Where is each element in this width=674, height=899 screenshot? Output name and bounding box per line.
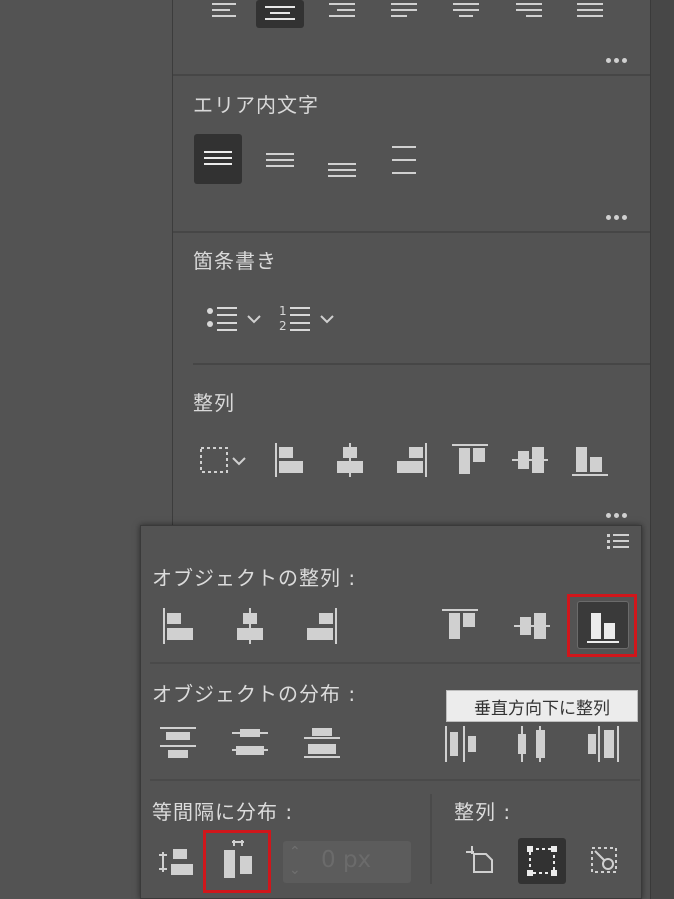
distribute-right-icon[interactable] <box>580 722 624 766</box>
spacing-value-input[interactable]: ⌃ ⌄ 0 px <box>283 841 411 883</box>
more-options-icon[interactable] <box>606 506 630 522</box>
align-to-artboard-icon[interactable] <box>460 840 500 880</box>
align-title: 整列 <box>193 391 235 415</box>
object-align-right-icon[interactable] <box>300 604 344 648</box>
stepper-arrows-icon[interactable]: ⌃ ⌄ <box>289 843 301 879</box>
divider <box>150 662 640 664</box>
object-distribute-title: オブジェクトの分布 : <box>152 682 357 706</box>
align-center-icon[interactable] <box>256 0 304 28</box>
justify-center-icon[interactable] <box>442 0 490 24</box>
object-align-top-icon[interactable] <box>438 604 482 648</box>
distribute-vertical-spacing-icon[interactable] <box>156 842 198 882</box>
align-to-selection-icon[interactable] <box>518 838 566 884</box>
area-text-align-top-icon[interactable] <box>194 134 242 184</box>
align-to-title: 整列 : <box>454 800 512 824</box>
justify-right-icon[interactable] <box>505 0 553 24</box>
divider <box>150 779 640 781</box>
justify-all-icon[interactable] <box>566 0 614 24</box>
numbered-label-1: 1 <box>279 304 287 318</box>
divider <box>193 363 650 365</box>
bullet-list-dropdown[interactable] <box>197 300 265 334</box>
align-to-key-object-icon[interactable] <box>584 840 624 880</box>
justify-left-icon[interactable] <box>380 0 428 24</box>
numbered-list-dropdown[interactable]: 1 2 <box>273 300 341 334</box>
panel-scrollbar[interactable] <box>650 0 674 899</box>
align-to-selection-dropdown[interactable] <box>197 440 251 480</box>
divider <box>173 231 650 233</box>
align-left-icon[interactable] <box>197 0 245 24</box>
highlight-box <box>567 594 637 657</box>
align-vertical-center-icon[interactable] <box>510 440 550 480</box>
align-horizontal-center-icon[interactable] <box>330 440 370 480</box>
more-options-icon[interactable] <box>606 51 630 67</box>
area-text-align-center-icon[interactable] <box>256 140 304 180</box>
distribute-left-icon[interactable] <box>440 722 484 766</box>
object-align-vertical-center-icon[interactable] <box>510 604 554 648</box>
area-text-align-bottom-icon[interactable] <box>318 145 366 185</box>
panel-menu-icon[interactable] <box>603 530 633 552</box>
divider <box>173 74 650 76</box>
distribute-horizontal-center-icon[interactable] <box>510 722 554 766</box>
align-right-edge-icon[interactable] <box>392 440 432 480</box>
numbered-label-2: 2 <box>279 319 287 332</box>
bullets-title: 箇条書き <box>193 249 277 273</box>
distribute-vertical-center-icon[interactable] <box>228 722 272 766</box>
highlight-box <box>203 830 271 893</box>
distribute-bottom-icon[interactable] <box>300 722 344 766</box>
align-left-edge-icon[interactable] <box>270 440 310 480</box>
spacing-title: 等間隔に分布 : <box>152 800 294 824</box>
tooltip: 垂直方向下に整列 <box>446 690 638 722</box>
align-right-icon[interactable] <box>320 0 368 24</box>
divider <box>430 794 432 884</box>
object-align-horizontal-center-icon[interactable] <box>228 604 272 648</box>
area-text-justify-icon[interactable] <box>380 140 428 180</box>
distribute-top-icon[interactable] <box>156 722 200 766</box>
more-options-icon[interactable] <box>606 208 630 224</box>
object-align-left-icon[interactable] <box>156 604 200 648</box>
align-bottom-edge-icon[interactable] <box>570 440 610 480</box>
align-top-edge-icon[interactable] <box>450 440 490 480</box>
spacing-value: 0 px <box>321 847 372 873</box>
area-text-title: エリア内文字 <box>193 93 319 117</box>
object-align-title: オブジェクトの整列 : <box>152 566 357 590</box>
